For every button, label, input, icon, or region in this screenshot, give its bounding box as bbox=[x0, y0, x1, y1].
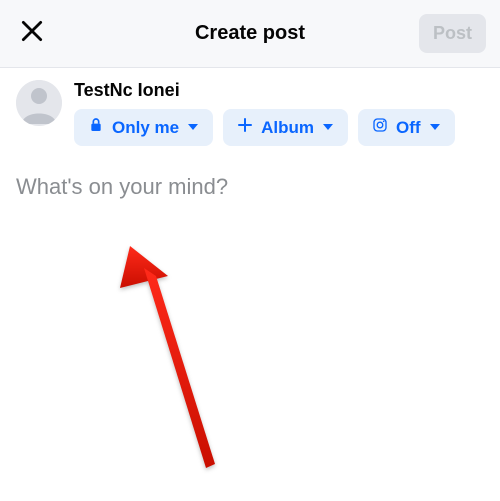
album-chip-label: Album bbox=[261, 118, 314, 138]
composer-area[interactable]: What's on your mind? bbox=[0, 146, 500, 200]
instagram-chip[interactable]: Off bbox=[358, 109, 455, 146]
caret-down-icon bbox=[429, 118, 441, 138]
caret-down-icon bbox=[187, 118, 199, 138]
privacy-chip-label: Only me bbox=[112, 118, 179, 138]
plus-icon bbox=[237, 117, 253, 138]
page-title: Create post bbox=[195, 22, 305, 45]
avatar-placeholder-icon bbox=[16, 80, 62, 126]
composer-header: Create post Post bbox=[0, 0, 500, 68]
annotation-arrow bbox=[120, 246, 240, 481]
caret-down-icon bbox=[322, 118, 334, 138]
user-name: TestNc Ionei bbox=[74, 80, 455, 101]
instagram-chip-label: Off bbox=[396, 118, 421, 138]
user-meta: TestNc Ionei Only me bbox=[74, 80, 455, 146]
album-chip[interactable]: Album bbox=[223, 109, 348, 146]
close-icon bbox=[19, 18, 45, 49]
composer-placeholder: What's on your mind? bbox=[16, 174, 484, 200]
post-button[interactable]: Post bbox=[419, 14, 486, 53]
close-button[interactable] bbox=[14, 16, 50, 52]
avatar[interactable] bbox=[16, 80, 62, 126]
user-row: TestNc Ionei Only me bbox=[0, 68, 500, 146]
instagram-icon bbox=[372, 117, 388, 138]
privacy-chip[interactable]: Only me bbox=[74, 109, 213, 146]
lock-icon bbox=[88, 117, 104, 138]
chip-row: Only me Album bbox=[74, 109, 455, 146]
